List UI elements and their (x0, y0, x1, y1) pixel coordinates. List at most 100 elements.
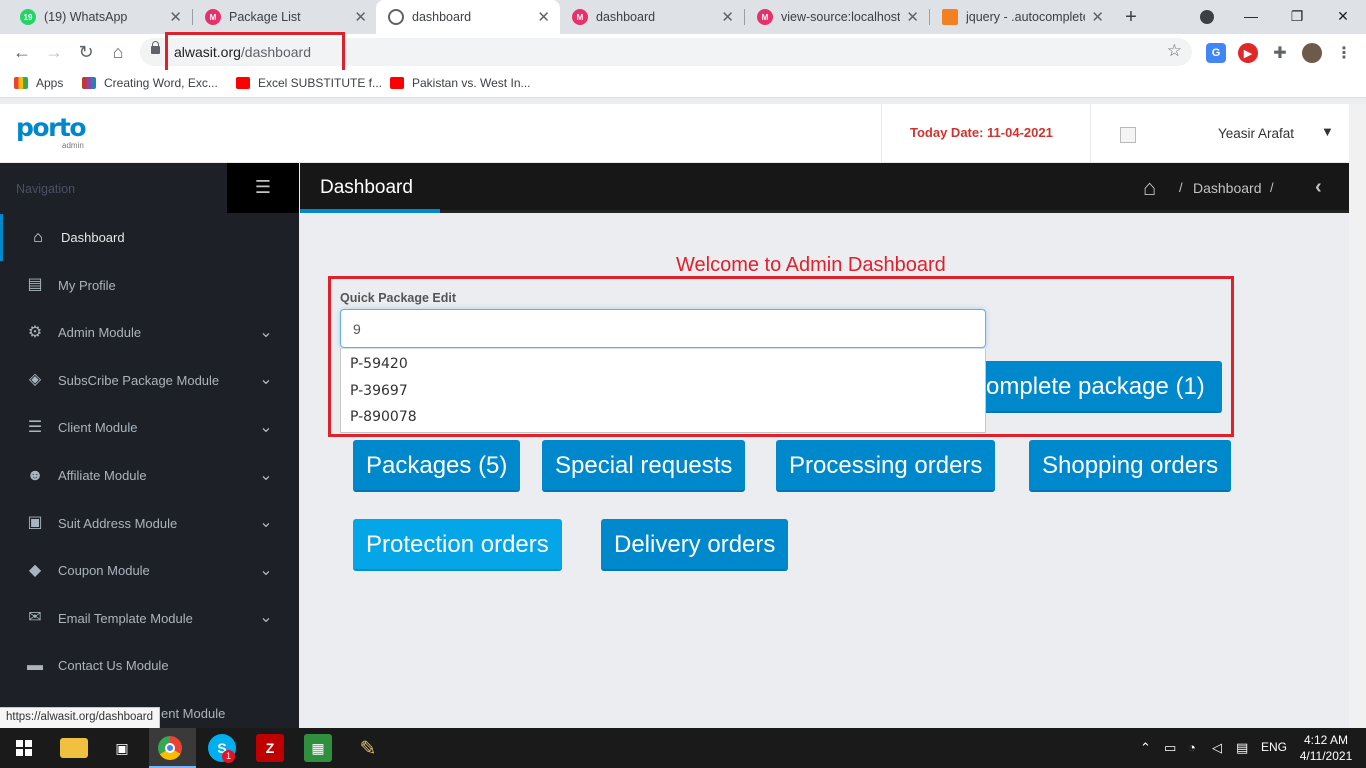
close-tab-icon[interactable]: ✕ (169, 8, 182, 26)
bookmarks-bar: Apps Creating Word, Exc... Excel SUBSTIT… (0, 70, 1366, 98)
extensions-puzzle-icon[interactable]: ✚ (1270, 43, 1290, 63)
tab-dashboard[interactable]: M dashboard ✕ (560, 0, 744, 34)
bookmark-creating-word[interactable]: Creating Word, Exc... (82, 76, 218, 90)
reload-button[interactable]: ↻ (74, 40, 98, 64)
user-avatar-broken-image[interactable] (1120, 127, 1136, 143)
breadcrumb-dashboard[interactable]: Dashboard (1193, 180, 1262, 196)
new-tab-button[interactable]: + (1120, 4, 1142, 30)
chevron-down-icon[interactable]: ⌄ (259, 372, 273, 388)
sidebar-item-dashboard[interactable]: ⌂ Dashboard (0, 214, 299, 261)
google-translate-icon[interactable]: G (1206, 43, 1226, 63)
tray-clock[interactable]: 4:12 AM 4/11/2021 (1296, 732, 1356, 764)
autocomplete-item[interactable]: P-39697 (341, 376, 985, 403)
chevron-down-icon[interactable]: ⌄ (259, 467, 273, 483)
sidebar-item-suit-address-module[interactable]: ▣ Suit Address Module ⌄ (0, 500, 299, 547)
tray-chevron-up-icon[interactable]: ⌃ (1140, 740, 1151, 756)
close-tab-icon[interactable]: ✕ (721, 8, 734, 26)
sidebar-item-coupon-module[interactable]: ◆ Coupon Module ⌄ (0, 547, 299, 594)
home-icon: ⌂ (33, 228, 43, 246)
close-tab-icon[interactable]: ✕ (906, 8, 919, 26)
sidebar-right-toggle-chevron-icon[interactable]: ‹ (1315, 176, 1322, 199)
sidebar-item-label: Contact Us Module (58, 658, 169, 674)
bookmark-label: Apps (36, 76, 64, 90)
sidebar-item-partially-hidden[interactable]: ent Module (161, 706, 225, 721)
chevron-down-icon[interactable]: ⌄ (259, 515, 273, 531)
id-card-icon: ▤ (27, 276, 43, 294)
paint-app-icon[interactable]: ✎ (354, 734, 382, 762)
tray-volume-icon[interactable]: ◁ (1212, 740, 1222, 756)
tab-view-source[interactable]: M view-source:localhost/ ✕ (745, 0, 929, 34)
sidebar-item-client-module[interactable]: ☰ Client Module ⌄ (0, 404, 299, 451)
logo-subtext: admin (62, 141, 84, 150)
tab-dashboard-active[interactable]: dashboard ✕ (376, 0, 560, 34)
tab-title: view-source:localhost/ (781, 10, 901, 24)
home-button[interactable]: ⌂ (106, 40, 130, 64)
back-button[interactable]: ← (10, 40, 34, 64)
tray-network-pc-icon[interactable]: ▭ (1164, 740, 1176, 756)
delivery-orders-button[interactable]: Delivery orders (601, 519, 789, 571)
page-title: Dashboard (320, 177, 413, 198)
autocomplete-item[interactable]: P-890078 (341, 402, 985, 429)
chevron-down-icon[interactable]: ⌄ (259, 610, 273, 626)
user-name[interactable]: Yeasir Arafat (1218, 126, 1294, 141)
chevron-down-icon[interactable]: ⌄ (259, 419, 273, 435)
tray-notification-icon[interactable]: ▤ (1236, 740, 1248, 756)
sidebar-toggle-button[interactable]: ☰ (227, 163, 299, 213)
annotation-box-url (165, 32, 345, 73)
chevron-down-icon[interactable]: ⌄ (259, 562, 273, 578)
close-tab-icon[interactable]: ✕ (537, 8, 550, 26)
users-icon: ☻ (26, 466, 44, 484)
shopping-orders-button[interactable]: Shopping orders (1029, 440, 1232, 492)
welcome-heading: Welcome to Admin Dashboard (676, 254, 946, 276)
close-tab-icon[interactable]: ✕ (354, 8, 367, 26)
bookmark-excel-substitute[interactable]: Excel SUBSTITUTE f... (236, 76, 382, 90)
youtube-ext-icon[interactable]: ▶ (1238, 43, 1258, 63)
bookmark-pakistan-west-indies[interactable]: Pakistan vs. West In... (390, 76, 531, 90)
bookmark-apps[interactable]: Apps (14, 76, 63, 90)
clock-time: 4:12 AM (1303, 733, 1349, 747)
breadcrumb-separator: / (1270, 180, 1274, 195)
minimize-button[interactable]: — (1228, 0, 1274, 34)
processing-orders-button[interactable]: Processing orders (776, 440, 996, 492)
chrome-icon[interactable] (158, 736, 182, 760)
breadcrumb-home-icon[interactable]: ⌂ (1143, 175, 1156, 201)
sidebar-item-my-profile[interactable]: ▤ My Profile (0, 262, 299, 309)
sidebar-item-admin-module[interactable]: ⚙ Admin Module ⌄ (0, 309, 299, 356)
page-scrollbar[interactable] (1349, 104, 1366, 728)
bookmark-star-icon[interactable]: ☆ (1167, 41, 1182, 61)
spreadsheet-app-icon[interactable]: ▦ (304, 734, 332, 762)
store-bag-icon[interactable]: ▣ (108, 734, 136, 762)
autocomplete-item[interactable]: P-59420 (341, 349, 985, 376)
chevron-down-icon[interactable]: ⌄ (259, 324, 273, 340)
close-tab-icon[interactable]: ✕ (1091, 8, 1104, 26)
close-window-button[interactable]: ✕ (1320, 0, 1366, 34)
tab-jquery-autocomplete[interactable]: jquery - .autocomplete ✕ (930, 0, 1114, 34)
filezilla-icon[interactable]: Z (256, 734, 284, 762)
tray-language[interactable]: ENG (1261, 740, 1287, 754)
packages-button[interactable]: Packages (5) (353, 440, 521, 492)
sidebar-item-label: My Profile (58, 277, 116, 293)
list-icon: ☰ (27, 418, 43, 436)
forward-button[interactable]: → (42, 40, 66, 64)
bookmark-label: Excel SUBSTITUTE f... (258, 76, 383, 90)
sidebar-item-email-template-module[interactable]: ✉ Email Template Module ⌄ (0, 595, 299, 642)
sidebar-item-label: Dashboard (61, 230, 125, 245)
protection-orders-button[interactable]: Protection orders (353, 519, 562, 571)
windows-start-icon[interactable] (10, 734, 38, 762)
porto-logo[interactable]: porto admin (16, 114, 87, 151)
bookmark-label: Creating Word, Exc... (104, 76, 218, 90)
user-dropdown-chevron-icon[interactable]: ▼ (1321, 124, 1334, 139)
profile-avatar[interactable] (1302, 43, 1322, 63)
tray-wifi-icon[interactable]: ◔ (1188, 740, 1196, 755)
file-explorer-icon[interactable] (60, 738, 88, 758)
restore-button[interactable]: ❐ (1274, 0, 1320, 34)
menu-dots-icon[interactable]: ⋮ (1334, 43, 1354, 63)
sidebar-item-affiliate-module[interactable]: ☻ Affiliate Module ⌄ (0, 452, 299, 499)
tab-package-list[interactable]: M Package List ✕ (193, 0, 377, 34)
tab-whatsapp[interactable]: 19 (19) WhatsApp ✕ (8, 0, 192, 34)
special-requests-button[interactable]: Special requests (542, 440, 746, 492)
sidebar-item-subscribe-package-module[interactable]: ◈ SubsCribe Package Module ⌄ (0, 357, 299, 404)
tab-search-button[interactable] (1184, 0, 1230, 34)
app-icon: M (572, 9, 588, 25)
sidebar-item-contact-us-module[interactable]: ▬ Contact Us Module (0, 642, 299, 689)
